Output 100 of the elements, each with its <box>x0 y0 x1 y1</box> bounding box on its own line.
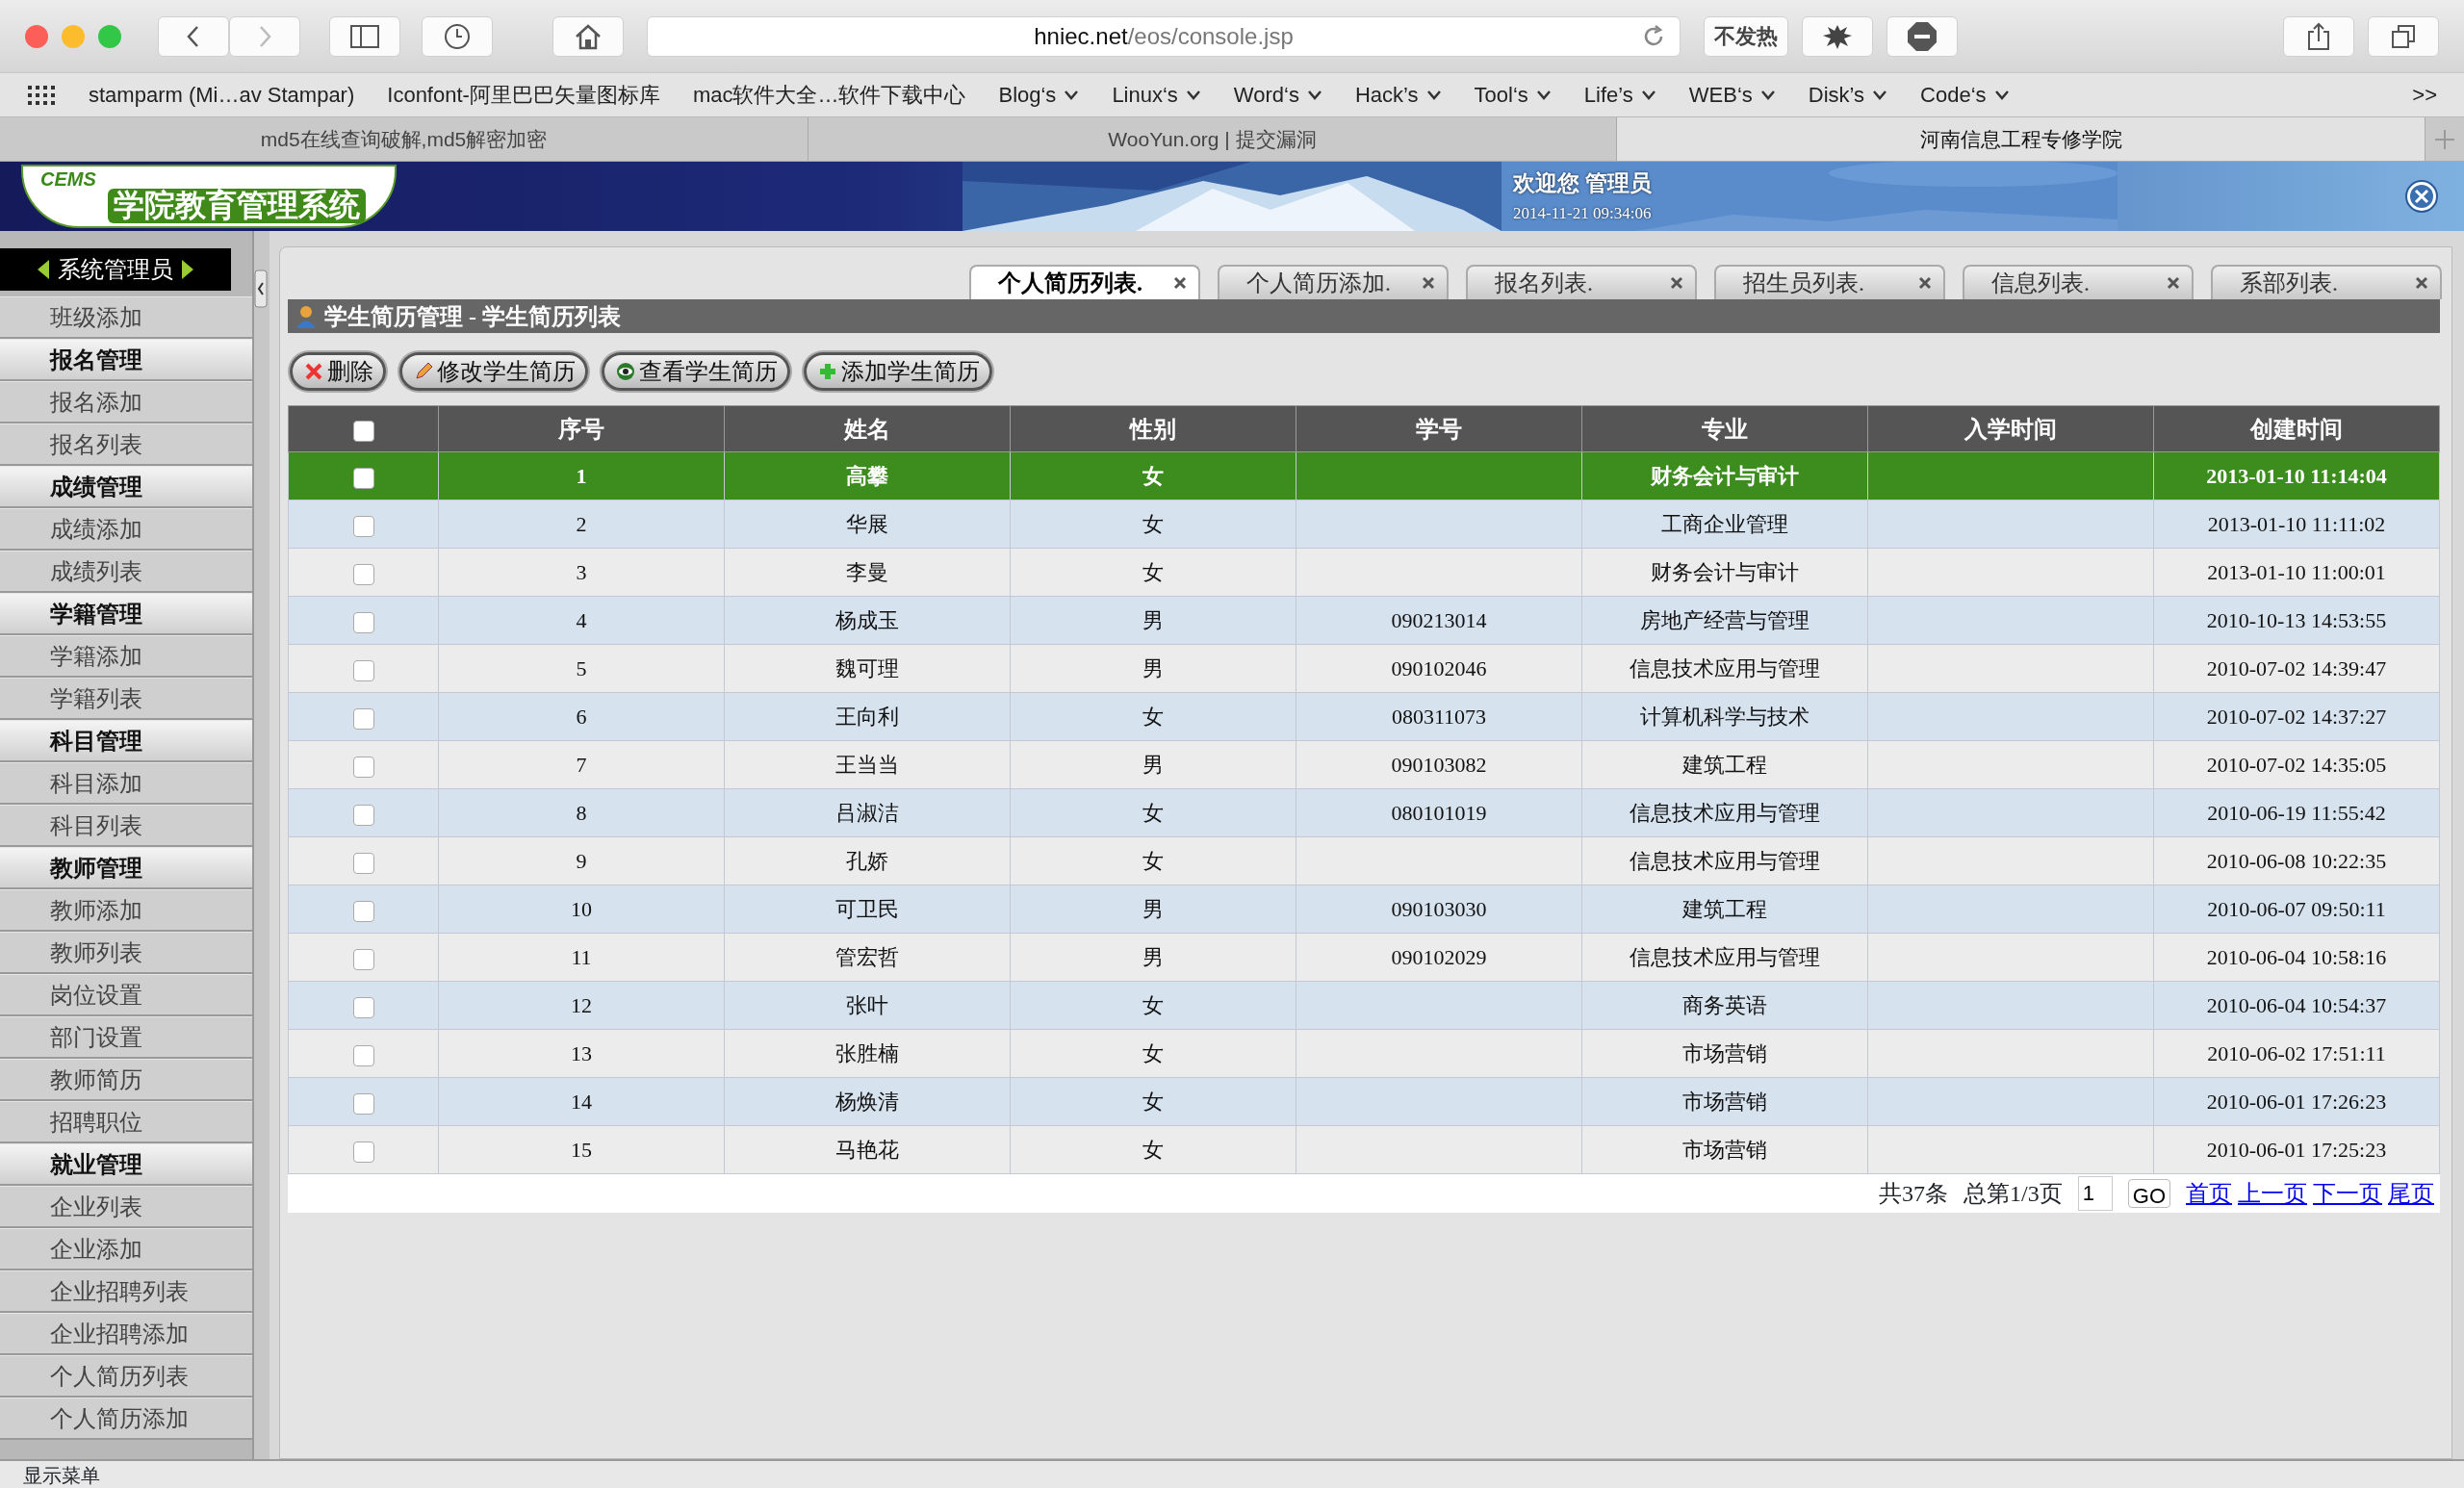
sidebar-button[interactable] <box>329 15 400 57</box>
close-icon[interactable] <box>1918 276 1932 290</box>
collapse-icon[interactable] <box>254 269 268 308</box>
bookmark-item[interactable]: stamparm (Mi…av Stampar) <box>89 79 355 111</box>
go-button[interactable]: GO <box>2127 1179 2170 1208</box>
close-icon[interactable] <box>2415 276 2428 290</box>
sidebar-item[interactable]: 成绩列表 <box>0 551 252 593</box>
column-header[interactable]: 创建时间 <box>2153 405 2440 452</box>
page-tab[interactable]: 个人简历列表. <box>969 265 1200 299</box>
column-header[interactable]: 姓名 <box>724 405 1011 452</box>
bookmark-item[interactable]: Blog‘s <box>998 79 1080 111</box>
column-header[interactable]: 性别 <box>1010 405 1296 452</box>
close-icon[interactable] <box>1173 276 1187 290</box>
row-checkbox[interactable] <box>352 1044 374 1066</box>
page-link[interactable]: 上一页 <box>2238 1176 2307 1211</box>
share-button[interactable] <box>2283 15 2354 57</box>
row-checkbox[interactable] <box>352 611 374 633</box>
sidebar-group[interactable]: 学籍管理 <box>0 593 252 635</box>
page-link[interactable]: 下一页 <box>2313 1176 2382 1211</box>
bookmark-item[interactable]: Hack’s <box>1354 79 1442 111</box>
browser-tab[interactable]: 河南信息工程专修学院 <box>1617 117 2426 161</box>
minimize-icon[interactable] <box>62 24 85 48</box>
page-tab[interactable]: 招生员列表. <box>1714 265 1945 299</box>
column-header[interactable]: 序号 <box>438 405 725 452</box>
column-header[interactable]: 入学时间 <box>1867 405 2154 452</box>
column-header[interactable]: 专业 <box>1581 405 1868 452</box>
sidebar-item[interactable]: 部门设置 <box>0 1016 252 1059</box>
row-checkbox[interactable] <box>352 659 374 681</box>
sidebar-item[interactable]: 教师添加 <box>0 889 252 932</box>
row-checkbox[interactable] <box>352 852 374 874</box>
address-field[interactable]: hniec.net/eos/console.jsp <box>647 15 1681 57</box>
home-button[interactable] <box>552 15 624 57</box>
sidebar-item[interactable]: 科目列表 <box>0 805 252 847</box>
bookmark-item[interactable]: Linux‘s <box>1112 79 1201 111</box>
maximize-icon[interactable] <box>98 24 121 48</box>
bookmark-item[interactable]: Iconfont-阿里巴巴矢量图标库 <box>387 79 660 111</box>
page-link[interactable]: 尾页 <box>2388 1176 2434 1211</box>
page-tab[interactable]: 个人简历添加. <box>1218 265 1449 299</box>
sidebar-item[interactable]: 个人简历添加 <box>0 1398 252 1440</box>
sidebar-item[interactable]: 科目添加 <box>0 762 252 805</box>
adblock-button[interactable] <box>1886 15 1958 57</box>
row-checkbox[interactable] <box>352 1092 374 1115</box>
sidebar-item[interactable]: 企业列表 <box>0 1186 252 1228</box>
row-checkbox[interactable] <box>352 996 374 1018</box>
sidebar-item[interactable]: 企业招聘添加 <box>0 1313 252 1355</box>
bookmark-item[interactable]: Word‘s <box>1233 79 1322 111</box>
sidebar-item[interactable]: 企业添加 <box>0 1228 252 1270</box>
back-button[interactable] <box>158 15 229 57</box>
bookmark-item[interactable]: Tool‘s <box>1474 79 1552 111</box>
page-tab[interactable]: 信息列表. <box>1963 265 2194 299</box>
action-button[interactable]: 查看学生简历 <box>602 352 790 391</box>
sidebar-group[interactable]: 报名管理 <box>0 339 252 381</box>
sidebar-item[interactable]: 班级添加 <box>0 296 252 339</box>
close-icon[interactable] <box>1422 276 1435 290</box>
sidebar-item[interactable]: 企业招聘列表 <box>0 1270 252 1313</box>
sidebar-item[interactable]: 报名添加 <box>0 381 252 423</box>
sidebar-item[interactable]: 岗位设置 <box>0 974 252 1016</box>
sidebar-group[interactable]: 教师管理 <box>0 847 252 889</box>
browser-tab[interactable]: md5在线查询破解,md5解密加密 <box>0 117 808 161</box>
page-input[interactable]: 1 <box>2077 1176 2113 1211</box>
page-tab[interactable]: 报名列表. <box>1466 265 1697 299</box>
sidebar-item[interactable]: 学籍添加 <box>0 635 252 678</box>
row-checkbox[interactable] <box>352 563 374 585</box>
sidebar-title-bar[interactable]: 系统管理员 <box>0 248 231 291</box>
page-tab[interactable]: 系部列表. <box>2211 265 2442 299</box>
sidebar-item[interactable]: 招聘职位 <box>0 1101 252 1143</box>
row-checkbox[interactable] <box>352 900 374 922</box>
row-checkbox[interactable] <box>352 756 374 778</box>
close-icon[interactable] <box>1670 276 1683 290</box>
row-checkbox[interactable] <box>352 948 374 970</box>
row-checkbox[interactable] <box>352 515 374 537</box>
column-header[interactable]: 学号 <box>1296 405 1582 452</box>
row-checkbox[interactable] <box>352 707 374 730</box>
grid-icon[interactable] <box>27 84 56 106</box>
bookmark-item[interactable]: Life’s <box>1583 79 1656 111</box>
bookmark-item[interactable]: Code‘s <box>1920 79 2010 111</box>
sidebar-item[interactable]: 教师简历 <box>0 1059 252 1101</box>
row-checkbox[interactable] <box>352 1141 374 1163</box>
sidebar-item[interactable]: 教师列表 <box>0 932 252 974</box>
sidebar-group[interactable]: 成绩管理 <box>0 466 252 508</box>
page-link[interactable]: 首页 <box>2186 1176 2232 1211</box>
close-icon[interactable] <box>2167 276 2180 290</box>
action-button[interactable]: 删除 <box>290 352 386 391</box>
forward-button[interactable] <box>229 15 300 57</box>
select-all-checkbox[interactable] <box>352 421 374 442</box>
sidebar-group[interactable]: 科目管理 <box>0 720 252 762</box>
sidebar-item[interactable]: 学籍列表 <box>0 678 252 720</box>
bookmark-item[interactable]: WEB‘s <box>1688 79 1776 111</box>
sidebar-item[interactable]: 报名列表 <box>0 423 252 466</box>
extension-button[interactable]: 不发热 <box>1704 15 1788 57</box>
sidebar-item[interactable]: 成绩添加 <box>0 508 252 551</box>
bookmark-item[interactable]: Disk’s <box>1808 79 1888 111</box>
extension-button[interactable] <box>1802 15 1873 57</box>
status-bar[interactable]: 显示菜单 <box>0 1459 2464 1488</box>
plus-icon[interactable] <box>2434 128 2455 150</box>
action-button[interactable]: 修改学生简历 <box>399 352 588 391</box>
more-bookmarks-button[interactable]: >> <box>2412 79 2437 111</box>
sidebar-item[interactable]: 个人简历列表 <box>0 1355 252 1398</box>
row-checkbox[interactable] <box>352 804 374 826</box>
action-button[interactable]: 添加学生简历 <box>804 352 992 391</box>
